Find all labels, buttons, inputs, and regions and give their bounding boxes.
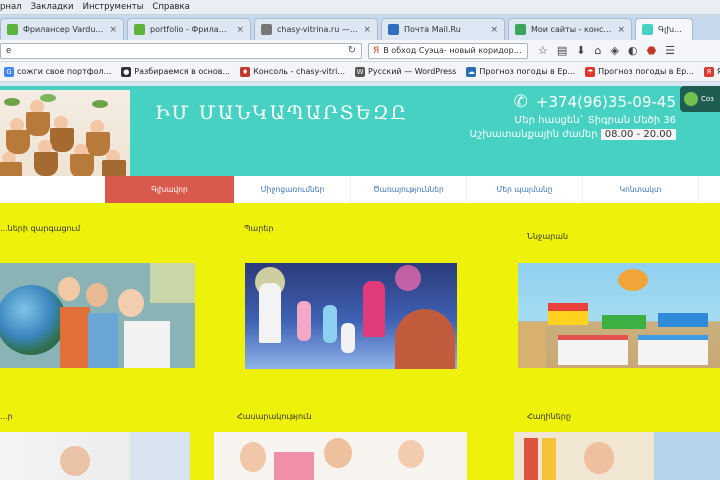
working-hours: Աշխատանքային ժամեր 08.00 - 20.00: [470, 129, 676, 140]
tab-close-icon[interactable]: ×: [109, 25, 117, 35]
phone-number[interactable]: +374(96)35-09-45: [536, 93, 676, 111]
bookmark-label: сожги свое портфол...: [17, 67, 112, 76]
bookmark-favicon-icon: W: [355, 66, 366, 77]
bookmark-label: Разбираемся в основ...: [134, 67, 231, 76]
section-title-development[interactable]: ...ների զարգացում: [0, 224, 80, 233]
widget-logo-icon: [684, 92, 698, 106]
bookmark-favicon-icon: ●: [121, 66, 132, 77]
search-box[interactable]: Я В обход Суэца- новый коридор Р...: [368, 42, 528, 59]
browser-tab[interactable]: portfolio - Фрилансер... ×: [127, 18, 251, 40]
hours-label: Աշխատանքային ժամեր: [469, 129, 598, 140]
bookmark-label: Прогноз погоды в Ер...: [479, 67, 576, 76]
section-title-row2-left[interactable]: ...ր: [0, 412, 13, 421]
photo-row2-middle[interactable]: [214, 432, 467, 480]
tab-favicon-icon: [7, 24, 18, 35]
menu-services[interactable]: Ծառայություններ: [351, 176, 467, 203]
browser-tab[interactable]: Мои сайты - констру... ×: [508, 18, 632, 40]
site-title: ԻՄ ՄԱՆԿԱՊԱՐՏԵԶԸ: [155, 102, 408, 124]
address: Մեր հասցեն` Տիգրան Մեծի 36: [514, 115, 676, 126]
tab-title: Գլխավ...: [658, 25, 686, 34]
tab-favicon-icon: [134, 24, 145, 35]
menu-events[interactable]: Միջոցառումներ: [235, 176, 351, 203]
hours-value: 08.00 - 20.00: [600, 129, 676, 140]
section-title-society[interactable]: Հասարակություն: [237, 412, 312, 421]
contact-info: ✆ +374(96)35-09-45 Մեր հասցեն` Տիգրան Մե…: [470, 93, 676, 140]
photo-children-globe[interactable]: [0, 263, 195, 368]
url-bar[interactable]: e ↻: [0, 42, 362, 59]
tab-favicon-icon: [388, 24, 399, 35]
home-icon[interactable]: ⌂: [595, 45, 602, 56]
menu-home[interactable]: Գլխավոր: [105, 176, 235, 203]
bookmark-label: Консоль - chasy-vitri...: [253, 67, 346, 76]
phone-icon: ✆: [513, 91, 528, 112]
menu-item-help[interactable]: Справка: [152, 2, 189, 12]
clipboard-icon[interactable]: ▤: [557, 45, 567, 56]
menu-hamburger-icon[interactable]: ☰: [665, 45, 675, 56]
tab-close-icon[interactable]: ×: [490, 25, 498, 35]
bookmark-item[interactable]: ☂ Прогноз погоды в Ер...: [585, 66, 694, 77]
browser-menubar: рнал Закладки Инструменты Справка: [0, 0, 720, 15]
photo-row2-left[interactable]: [0, 432, 190, 480]
tab-title: chasy-vitrina.ru — Ещё...: [277, 25, 358, 34]
tab-title: Мои сайты - констру...: [531, 25, 612, 34]
site-builder-widget[interactable]: Соз: [680, 86, 720, 112]
tab-favicon-icon: [515, 24, 526, 35]
bookmark-favicon-icon: Я: [703, 66, 714, 77]
section-title-dances[interactable]: Պարեր: [244, 224, 273, 233]
tab-strip: Фрилансер Varduhi Gr...×portfolio - Фрил…: [0, 15, 720, 40]
tab-title: Почта Mail.Ru: [404, 25, 461, 34]
tab-title: Фрилансер Varduhi Gr...: [23, 25, 104, 34]
bookmark-star-icon[interactable]: ☆: [538, 45, 548, 56]
navigation-bar: e ↻ Я В обход Суэца- новый коридор Р... …: [0, 40, 720, 62]
browser-tab[interactable]: Фрилансер Varduhi Gr... ×: [0, 18, 124, 40]
pocket-icon[interactable]: ◈: [610, 45, 618, 56]
menu-contact[interactable]: Կոնտակտ: [583, 176, 699, 203]
tab-title: portfolio - Фрилансер...: [150, 25, 231, 34]
menu-item-bookmarks[interactable]: Закладки: [31, 2, 74, 12]
bookmark-item[interactable]: ☁ Прогноз погоды в Ер...: [466, 66, 576, 77]
tab-close-icon[interactable]: ×: [236, 25, 244, 35]
menu-conditions[interactable]: Մեր պայմանը: [467, 176, 583, 203]
bookmark-favicon-icon: ☂: [585, 66, 596, 77]
search-engine-icon: Я: [373, 45, 380, 56]
photo-dance-party[interactable]: [245, 263, 457, 369]
bookmark-label: Прогноз погоды в Ер...: [598, 67, 694, 76]
addon-icon[interactable]: ◐: [628, 45, 638, 56]
browser-tab[interactable]: Почта Mail.Ru ×: [381, 18, 505, 40]
tab-favicon-icon: [261, 24, 272, 35]
download-icon[interactable]: ⬇: [576, 45, 585, 56]
bookmark-favicon-icon: ♦: [240, 66, 251, 77]
url-text: e: [6, 45, 12, 56]
browser-tab[interactable]: Գլխավ...: [635, 18, 693, 40]
toolbar-icons: ☆ ▤ ⬇ ⌂ ◈ ◐ ⬣ ☰: [538, 45, 675, 56]
browser-tab[interactable]: chasy-vitrina.ru — Ещё... ×: [254, 18, 378, 40]
bookmark-favicon-icon: ☁: [466, 66, 477, 77]
header-photo-babies-in-pots: [0, 90, 130, 176]
website-page: ԻՄ ՄԱՆԿԱՊԱՐՏԵԶԸ ✆ +374(96)35-09-45 Մեր հ…: [0, 86, 720, 480]
bookmark-item[interactable]: ЯЯндекс.Перево...: [703, 66, 720, 77]
adblock-icon[interactable]: ⬣: [647, 45, 657, 56]
bookmark-item[interactable]: Gсожги свое портфол...: [4, 66, 112, 77]
bookmark-item[interactable]: W Русский — WordPress: [355, 66, 457, 77]
reload-icon[interactable]: ↻: [348, 45, 356, 56]
bookmark-favicon-icon: G: [4, 66, 14, 77]
photo-row2-right[interactable]: [514, 432, 720, 480]
section-title-bedroom[interactable]: Ննջարան: [527, 232, 568, 241]
tab-close-icon[interactable]: ×: [617, 25, 625, 35]
site-main-menu: Գլխավոր Միջոցառումներ Ծառայություններ Մե…: [0, 176, 720, 203]
menu-item-journal[interactable]: рнал: [0, 2, 22, 12]
bookmark-item[interactable]: ● Разбираемся в основ...: [121, 66, 231, 77]
search-input[interactable]: В обход Суэца- новый коридор Р...: [383, 46, 523, 55]
site-header: ԻՄ ՄԱՆԿԱՊԱՐՏԵԶԸ ✆ +374(96)35-09-45 Մեր հ…: [0, 86, 720, 176]
bookmark-label: Русский — WordPress: [368, 67, 457, 76]
tab-favicon-icon: [642, 24, 653, 35]
bookmarks-bar: Gсожги свое портфол... ● Разбираемся в осн…: [0, 62, 720, 82]
menu-item-tools[interactable]: Инструменты: [83, 2, 144, 12]
bookmark-item[interactable]: ♦ Консоль - chasy-vitri...: [240, 66, 346, 77]
photo-bedroom[interactable]: [518, 263, 720, 368]
section-title-toys[interactable]: Հաղիները: [527, 412, 571, 421]
widget-label: Соз: [701, 95, 714, 103]
tab-close-icon[interactable]: ×: [363, 25, 371, 35]
